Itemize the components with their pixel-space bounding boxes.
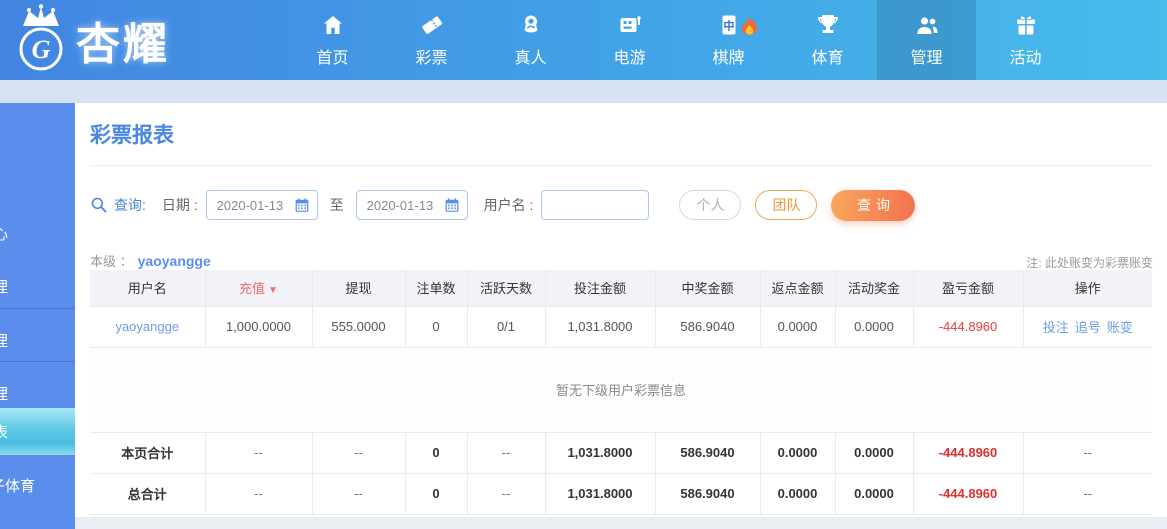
col-bet-amount: 投注金额 bbox=[544, 270, 655, 307]
table-row-user: yaoyangge 1,000.0000 555.0000 0 0/1 1,03… bbox=[90, 306, 1152, 348]
col-username: 用户名 bbox=[90, 270, 205, 307]
person-icon bbox=[524, 15, 537, 32]
team-button[interactable]: 团队 bbox=[755, 190, 818, 220]
date-to-label: 至 bbox=[329, 197, 344, 213]
page-title: 彩票报表 bbox=[90, 124, 174, 147]
nav-item-home[interactable]: 首页 bbox=[283, 0, 382, 80]
cell-bet-amount: 1,031.8000 bbox=[544, 306, 655, 348]
cell-activity-bonus: 0.0000 bbox=[834, 306, 913, 348]
users-icon bbox=[917, 16, 937, 34]
empty-message: 暂无下级用户彩票信息 bbox=[90, 347, 1152, 433]
level-user-link[interactable]: yaoyangge bbox=[138, 253, 211, 269]
main-panel: 彩票报表 查询: 日期 : 2020-01-13 至 2020-01-13 用户… bbox=[75, 103, 1167, 517]
sidebar-item-4[interactable]: 理 bbox=[0, 383, 8, 404]
lottery-report-table: 用户名 充值 ▼ 提现 注单数 活跃天数 投注金额 中奖金额 返点金额 活动奖金 … bbox=[90, 270, 1152, 515]
cell-profit-loss: -444.8960 bbox=[912, 306, 1023, 348]
table-row-empty: 暂无下级用户彩票信息 bbox=[90, 347, 1152, 433]
query-bar: 查询: 日期 : 2020-01-13 至 2020-01-13 用户名: 个… bbox=[90, 189, 916, 221]
search-button[interactable]: 查询 bbox=[831, 189, 916, 221]
col-withdraw: 提现 bbox=[311, 270, 405, 307]
action-account-change-link[interactable]: 账变 bbox=[1107, 320, 1133, 335]
col-active-days: 活跃天数 bbox=[466, 270, 545, 307]
username-link[interactable]: yaoyangge bbox=[115, 319, 179, 334]
sidebar-item-esports[interactable]: 子体育 bbox=[0, 475, 35, 496]
cell-actions: 投注 追号 账变 bbox=[1022, 306, 1152, 348]
nav-item-lottery[interactable]: 彩票 bbox=[382, 0, 481, 80]
nav-item-activity[interactable]: 活动 bbox=[976, 0, 1075, 80]
calendar-icon bbox=[445, 198, 459, 212]
calendar-icon bbox=[295, 198, 309, 212]
table-row-page-total: 本页合计 -- -- 0 -- 1,031.8000 586.9040 0.00… bbox=[90, 432, 1152, 474]
slot-machine-icon bbox=[620, 15, 641, 32]
col-activity-bonus: 活动奖金 bbox=[834, 270, 913, 307]
ticket-icon bbox=[421, 15, 442, 34]
date-label: 日期 : bbox=[161, 197, 198, 213]
action-chase-link[interactable]: 追号 bbox=[1075, 320, 1101, 335]
username-label: 用户名 : bbox=[483, 197, 534, 213]
mahjong-tile-icon: 中 bbox=[722, 15, 735, 34]
nav-item-live[interactable]: 真人 bbox=[481, 0, 580, 80]
sidebar-divider bbox=[0, 308, 75, 309]
col-bet-count: 注单数 bbox=[404, 270, 467, 307]
col-rebate-amount: 返点金额 bbox=[759, 270, 835, 307]
col-win-amount: 中奖金额 bbox=[654, 270, 760, 307]
sidebar-divider bbox=[0, 361, 75, 362]
crown-shield-logo-icon: G bbox=[19, 4, 63, 71]
main-menu: 首页 彩票 真人 电游 中 棋牌 体育 管理 活动 bbox=[283, 0, 1075, 80]
col-profit-loss: 盈亏金额 bbox=[912, 270, 1023, 307]
search-icon bbox=[91, 197, 107, 213]
current-level: 本级 ： yaoyangge bbox=[90, 251, 211, 270]
nav-item-manage[interactable]: 管理 bbox=[877, 0, 976, 80]
sidebar-item-2[interactable]: 理 bbox=[0, 276, 8, 297]
sidebar-item-report-active[interactable]: 表 bbox=[0, 408, 75, 455]
svg-text:中: 中 bbox=[723, 18, 734, 32]
home-icon bbox=[323, 15, 342, 34]
svg-text:G: G bbox=[32, 35, 51, 64]
action-bet-link[interactable]: 投注 bbox=[1043, 320, 1069, 335]
username-input[interactable] bbox=[541, 190, 650, 220]
title-divider bbox=[90, 165, 1152, 166]
level-label: 本级 ： bbox=[90, 254, 133, 269]
sidebar-item-1[interactable]: 心 bbox=[0, 223, 8, 244]
date-to-input[interactable]: 2020-01-13 bbox=[355, 190, 468, 220]
query-label: 查询: bbox=[114, 197, 146, 213]
date-from-input[interactable]: 2020-01-13 bbox=[205, 190, 318, 220]
nav-item-sports[interactable]: 体育 bbox=[778, 0, 877, 80]
page-total-label: 本页合计 bbox=[90, 432, 205, 474]
cell-win-amount: 586.9040 bbox=[654, 306, 760, 348]
hot-flame-icon bbox=[741, 14, 758, 35]
table-row-grand-total: 总合计 -- -- 0 -- 1,031.8000 586.9040 0.000… bbox=[90, 473, 1152, 515]
grand-total-label: 总合计 bbox=[90, 473, 205, 515]
nav-item-egames[interactable]: 电游 bbox=[580, 0, 679, 80]
personal-button[interactable]: 个人 bbox=[679, 190, 742, 220]
nav-item-boardgames[interactable]: 中 棋牌 bbox=[679, 0, 778, 80]
col-recharge-sortable[interactable]: 充值 ▼ bbox=[204, 270, 312, 307]
trophy-icon bbox=[817, 14, 838, 33]
sidebar-item-3[interactable]: 理 bbox=[0, 330, 8, 351]
cell-recharge: 1,000.0000 bbox=[204, 306, 312, 348]
cell-rebate-amount: 0.0000 bbox=[759, 306, 835, 348]
sort-desc-icon: ▼ bbox=[268, 285, 278, 297]
col-actions: 操作 bbox=[1022, 270, 1152, 307]
subnav-strip bbox=[0, 80, 1167, 103]
cell-withdraw: 555.0000 bbox=[311, 306, 405, 348]
gift-icon bbox=[1016, 15, 1035, 34]
top-nav: G 杏耀 首页 彩票 真人 电游 中 棋牌 体育 管理 活动 bbox=[0, 0, 1167, 80]
table-header-row: 用户名 充值 ▼ 提现 注单数 活跃天数 投注金额 中奖金额 返点金额 活动奖金 … bbox=[90, 270, 1152, 307]
cell-active-days: 0/1 bbox=[466, 306, 545, 348]
account-change-note: 注: 此处账变为彩票账变 bbox=[1026, 256, 1153, 270]
brand-name: 杏耀 bbox=[76, 20, 170, 69]
sidebar: 心 理 理 理 表 子体育 bbox=[0, 103, 75, 529]
cell-bet-count: 0 bbox=[404, 306, 467, 348]
brand-logo[interactable]: G 杏耀 bbox=[10, 4, 170, 76]
